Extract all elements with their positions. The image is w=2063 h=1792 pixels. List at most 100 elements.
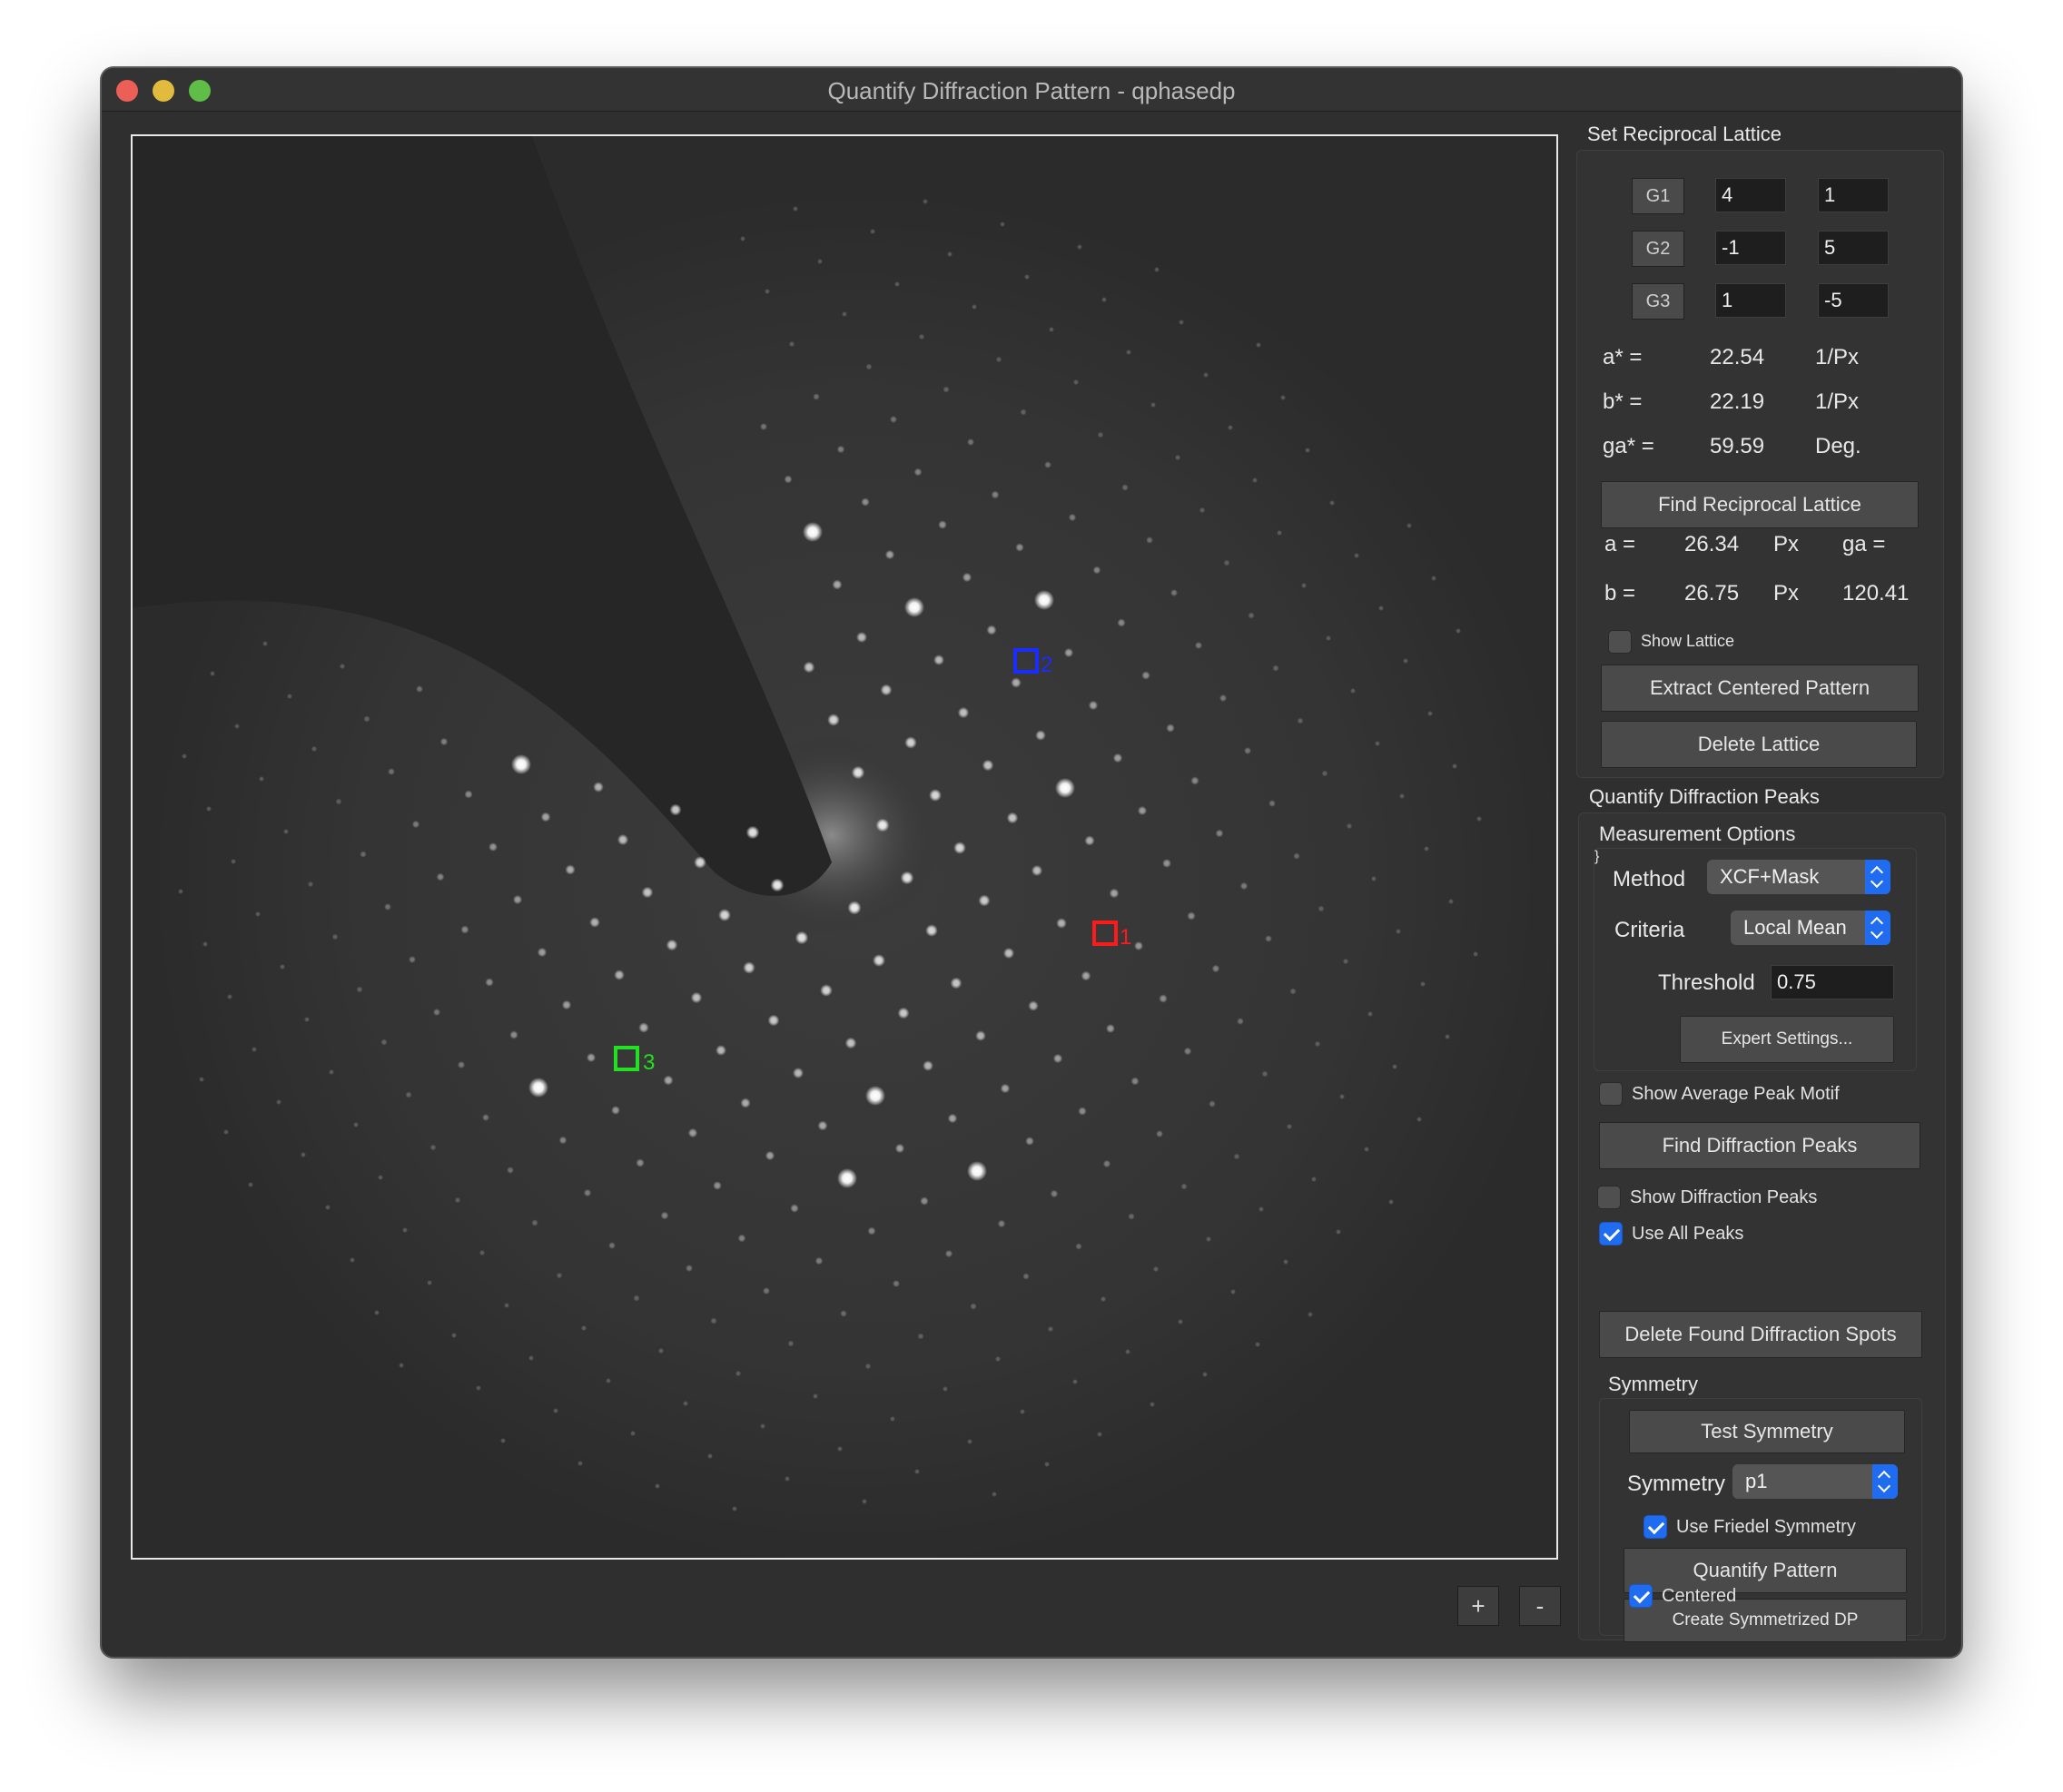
g3-y-field[interactable]: -5	[1818, 283, 1889, 318]
diffraction-spot	[512, 894, 523, 905]
diffraction-spot	[865, 363, 873, 370]
diffraction-spot	[913, 468, 923, 477]
diffraction-spot	[1159, 994, 1168, 1003]
g2-y-field[interactable]: 5	[1818, 231, 1889, 265]
diffraction-spot	[360, 851, 367, 858]
show-lattice-checkbox[interactable]	[1608, 630, 1632, 654]
diffraction-spot	[1289, 988, 1297, 995]
diffraction-spot	[1286, 1123, 1293, 1130]
diffraction-spot	[1068, 513, 1077, 522]
ga-value: 120.41	[1842, 581, 1910, 606]
diffraction-spot	[663, 1075, 674, 1086]
g1-button[interactable]: G1	[1632, 178, 1684, 214]
threshold-field[interactable]: 0.75	[1771, 965, 1894, 999]
delete-lattice-button[interactable]: Delete Lattice	[1601, 721, 1917, 768]
diffraction-spot	[577, 1461, 583, 1466]
find-diffraction-peaks-button[interactable]: Find Diffraction Peaks	[1599, 1122, 1920, 1169]
diffraction-spot	[923, 1060, 933, 1071]
g2-button[interactable]: G2	[1632, 231, 1684, 267]
diffraction-spot	[1190, 776, 1199, 785]
diffraction-spot	[894, 1143, 905, 1154]
show-diffraction-peaks-checkbox[interactable]	[1597, 1186, 1621, 1209]
astar-unit: 1/Px	[1815, 345, 1860, 369]
diffraction-spot	[995, 356, 1002, 363]
diffraction-spot	[1420, 981, 1426, 987]
centered-checkbox[interactable]	[1629, 1584, 1653, 1608]
diffraction-spot	[335, 798, 342, 805]
diffraction-spot	[847, 901, 862, 915]
diffraction-spot	[716, 1045, 726, 1056]
diffraction-spot	[1342, 958, 1349, 965]
diffraction-spot	[1072, 1379, 1078, 1384]
use-all-peaks-checkbox[interactable]	[1599, 1222, 1623, 1246]
diffraction-spot	[353, 1122, 359, 1127]
diffraction-spot	[1476, 816, 1482, 822]
diffraction-spot	[1336, 1229, 1341, 1235]
g3-x-field[interactable]: 1	[1715, 283, 1786, 318]
diffraction-spot	[986, 625, 997, 635]
diffraction-spot	[760, 1423, 765, 1429]
reciprocal-lattice-title: Set Reciprocal Lattice	[1587, 123, 1782, 145]
marker-label: 2	[1041, 653, 1052, 677]
diffraction-spot	[231, 859, 236, 864]
show-lattice-label: Show Lattice	[1641, 632, 1735, 650]
diffraction-spot	[485, 978, 494, 987]
method-select[interactable]: XCF+Mask	[1707, 860, 1890, 894]
diffraction-spot	[1252, 478, 1258, 483]
diffraction-spot	[1367, 1011, 1373, 1017]
g1-x-field[interactable]: 4	[1715, 178, 1786, 212]
bstar-unit: 1/Px	[1815, 389, 1860, 414]
diffraction-spot	[1416, 1117, 1422, 1122]
diffraction-spot	[504, 1303, 509, 1308]
diffraction-spot	[817, 259, 823, 264]
diffraction-spot	[923, 199, 928, 204]
diffraction-spot	[608, 1242, 616, 1249]
diffraction-image-canvas[interactable]: 2 1 3	[131, 134, 1558, 1560]
diffraction-spot	[1301, 583, 1307, 588]
diffraction-image: 2 1 3	[133, 136, 1556, 1558]
show-average-peak-motif-checkbox[interactable]	[1599, 1082, 1623, 1106]
g1-y-field[interactable]: 1	[1818, 178, 1889, 212]
diffraction-spot	[1223, 559, 1230, 566]
diffraction-spot	[1102, 1159, 1111, 1168]
diffraction-spot	[1237, 1018, 1244, 1025]
diffraction-spot	[331, 933, 339, 940]
diffraction-spot	[1202, 1372, 1208, 1377]
diffraction-spot	[1205, 1236, 1212, 1243]
diffraction-spot	[1088, 700, 1099, 711]
diffraction-spot	[311, 745, 318, 753]
astar-value: 22.54	[1710, 345, 1765, 369]
symmetry-select[interactable]: p1	[1732, 1464, 1898, 1499]
diffraction-spot	[813, 1393, 818, 1399]
diffraction-spot	[363, 715, 370, 723]
expert-settings-button[interactable]: Expert Settings...	[1680, 1016, 1894, 1063]
diffraction-spot	[561, 999, 572, 1010]
diffraction-spot	[920, 1196, 929, 1206]
diffraction-spot	[842, 311, 847, 317]
use-friedel-symmetry-checkbox[interactable]	[1643, 1515, 1667, 1539]
gastar-label: ga* =	[1603, 434, 1654, 458]
extract-centered-pattern-button[interactable]: Extract Centered Pattern	[1601, 665, 1919, 712]
diffraction-spot	[1092, 566, 1101, 575]
diffraction-spot	[917, 1333, 924, 1340]
g3-button[interactable]: G3	[1632, 283, 1684, 320]
test-symmetry-button[interactable]: Test Symmetry	[1629, 1410, 1905, 1453]
diffraction-spot	[793, 206, 798, 212]
zoom-out-button[interactable]: -	[1519, 1586, 1561, 1626]
threshold-label: Threshold	[1658, 970, 1755, 995]
measurement-options-title: Measurement Options	[1599, 822, 1796, 845]
diffraction-spot	[1146, 537, 1153, 544]
g2-x-field[interactable]: -1	[1715, 231, 1786, 265]
diffraction-spot	[255, 911, 261, 917]
diffraction-spot	[1130, 1077, 1140, 1086]
diffraction-spot	[1044, 1462, 1050, 1467]
diffraction-spot	[953, 842, 966, 854]
delete-found-diffraction-spots-button[interactable]: Delete Found Diffraction Spots	[1599, 1311, 1922, 1358]
diffraction-spot	[540, 812, 551, 822]
diffraction-spot	[740, 1098, 751, 1108]
find-reciprocal-lattice-button[interactable]: Find Reciprocal Lattice	[1601, 481, 1919, 528]
diffraction-spot	[880, 684, 893, 696]
zoom-in-button[interactable]: +	[1457, 1586, 1499, 1626]
diffraction-spot	[793, 1068, 804, 1078]
criteria-select[interactable]: Local Mean	[1731, 911, 1890, 945]
